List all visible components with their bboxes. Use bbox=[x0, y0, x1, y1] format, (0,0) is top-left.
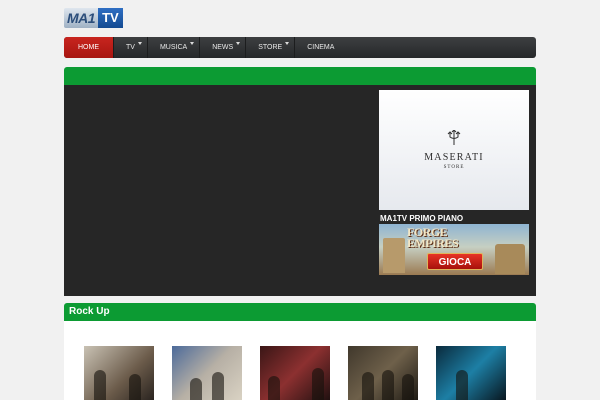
ad-subtitle: STORE bbox=[443, 165, 465, 170]
ad-brand-name: MASERATI bbox=[424, 152, 484, 163]
person-silhouette bbox=[382, 370, 394, 400]
nav-item-label: Store bbox=[258, 44, 283, 51]
castle-illustration bbox=[383, 238, 405, 273]
gioca-button[interactable]: GIOCA bbox=[427, 253, 483, 270]
game-title-line2: EMPIRES bbox=[407, 236, 459, 250]
forge-of-empires-ad[interactable]: FORGE EMPIRES GIOCA bbox=[379, 224, 529, 275]
game-title: FORGE EMPIRES bbox=[407, 226, 459, 250]
video-thumbnail[interactable] bbox=[348, 346, 418, 400]
primo-piano-label: MA1TV PRIMO PIANO bbox=[380, 214, 464, 223]
featured-header-bar bbox=[64, 67, 536, 85]
person-silhouette bbox=[94, 370, 106, 400]
nav-item-store[interactable]: Store bbox=[246, 37, 296, 58]
person-silhouette bbox=[456, 370, 468, 400]
nav-item-musica[interactable]: Musica bbox=[148, 37, 201, 58]
video-thumbnail[interactable] bbox=[172, 346, 242, 400]
video-thumbnail[interactable] bbox=[260, 346, 330, 400]
castle-illustration bbox=[495, 244, 525, 274]
person-silhouette bbox=[190, 378, 202, 400]
logo-text-ma: MA1 bbox=[64, 8, 99, 28]
person-silhouette bbox=[402, 374, 414, 400]
person-silhouette bbox=[312, 368, 324, 400]
video-thumbnail[interactable] bbox=[84, 346, 154, 400]
nav-item-label: Cinema bbox=[307, 44, 335, 51]
maserati-store-ad[interactable]: MASERATI STORE bbox=[379, 90, 529, 210]
nav-item-label: Musica bbox=[159, 44, 188, 51]
caret-down-icon bbox=[190, 42, 195, 45]
nav-item-tv[interactable]: TV bbox=[114, 37, 148, 58]
person-silhouette bbox=[268, 376, 280, 400]
nav-item-news[interactable]: News bbox=[200, 37, 247, 58]
caret-down-icon bbox=[236, 42, 241, 45]
trident-icon bbox=[447, 130, 461, 145]
logo-text-tv: TV bbox=[98, 8, 123, 28]
nav-item-cinema[interactable]: Cinema bbox=[295, 37, 346, 58]
person-silhouette bbox=[212, 372, 224, 400]
rock-up-header: Rock Up bbox=[64, 303, 536, 321]
nav-item-home[interactable]: Home bbox=[64, 37, 114, 58]
video-thumbnail[interactable] bbox=[436, 346, 506, 400]
nav-item-label: Home bbox=[78, 44, 99, 51]
person-silhouette bbox=[362, 372, 374, 400]
main-nav: Home TV Musica News Store Cinema bbox=[64, 37, 536, 58]
caret-down-icon bbox=[285, 42, 290, 45]
site-logo[interactable]: MA1 TV bbox=[64, 8, 125, 28]
nav-item-label: TV bbox=[126, 44, 135, 51]
person-silhouette bbox=[129, 374, 141, 400]
nav-item-label: News bbox=[212, 44, 234, 51]
caret-down-icon bbox=[137, 42, 142, 45]
